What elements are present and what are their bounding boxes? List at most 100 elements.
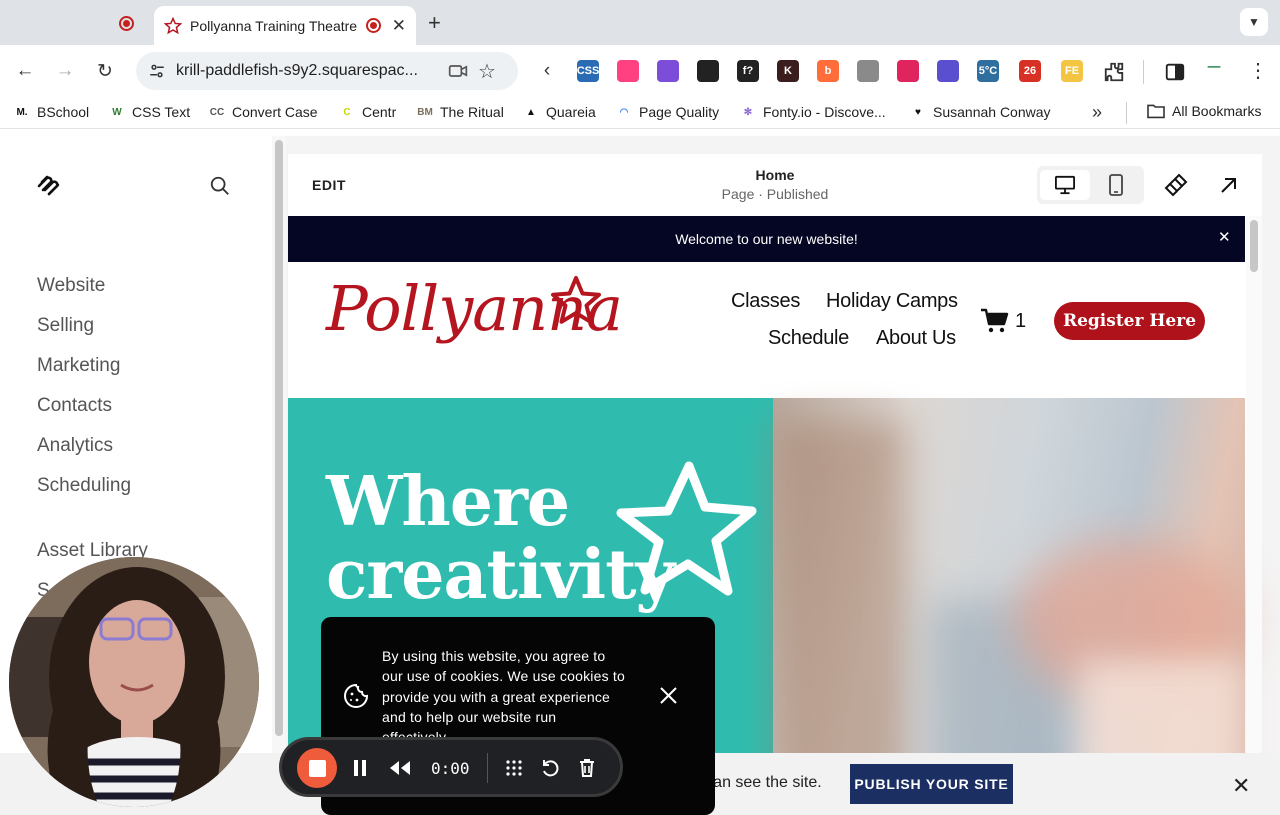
new-tab-icon[interactable]: + — [428, 10, 441, 36]
toolbar-divider — [1143, 60, 1144, 84]
announcement-close-icon[interactable]: ✕ — [1218, 228, 1231, 246]
camera-off-icon[interactable] — [448, 62, 468, 80]
side-panel-icon[interactable] — [1164, 61, 1186, 83]
address-bar[interactable]: krill-paddlefish-s9y2.squarespac... ☆ — [136, 52, 518, 90]
squarespace-logo-icon[interactable] — [36, 172, 64, 200]
k-extension-icon[interactable]: K — [777, 60, 799, 82]
sidebar-item-contacts[interactable]: Contacts — [37, 395, 112, 417]
preview-scrollbar-thumb[interactable] — [1250, 220, 1258, 272]
sidebar-item-analytics[interactable]: Analytics — [37, 435, 113, 457]
browser-menu-icon[interactable]: ⋮ — [1248, 58, 1268, 83]
delete-icon[interactable] — [575, 756, 599, 780]
sidebar-item-selling[interactable]: Selling — [37, 315, 94, 337]
bookmark-item[interactable]: C Centr — [338, 103, 396, 121]
bookmark-label: Quareia — [546, 104, 596, 120]
nav-schedule[interactable]: Schedule — [768, 327, 849, 350]
edit-button[interactable]: EDIT — [312, 177, 346, 193]
announcement-text: Welcome to our new website! — [675, 231, 858, 247]
url-text: krill-paddlefish-s9y2.squarespac... — [176, 62, 418, 79]
bookmark-item[interactable]: W CSS Text — [108, 103, 190, 121]
bookmark-star-icon[interactable]: ☆ — [478, 59, 496, 84]
nav-classes[interactable]: Classes — [731, 290, 800, 313]
bookmark-item[interactable]: BM The Ritual — [416, 103, 504, 121]
all-bookmarks-label: All Bookmarks — [1172, 103, 1262, 119]
site-settings-icon[interactable] — [148, 62, 166, 80]
stop-recording-button[interactable] — [297, 748, 337, 788]
preview-scrollbar[interactable] — [1246, 216, 1262, 815]
bookmark-label: Susannah Conway — [933, 104, 1051, 120]
globe-extension-icon[interactable] — [937, 60, 959, 82]
webcam-bubble[interactable] — [9, 557, 259, 807]
tab-recording-icon — [366, 18, 381, 33]
pocket-extension-icon[interactable] — [897, 60, 919, 82]
folder-icon — [1147, 104, 1165, 119]
grid-dots-icon[interactable] — [502, 756, 526, 780]
weather-extension-icon[interactable]: 5°C — [977, 60, 999, 82]
all-bookmarks-button[interactable]: All Bookmarks — [1146, 103, 1261, 119]
more-bookmarks-icon[interactable]: » — [1092, 102, 1102, 123]
publish-bar-close-icon[interactable]: ✕ — [1232, 773, 1250, 799]
swirl-extension-icon[interactable]: b — [817, 60, 839, 82]
bookmark-favicon-icon: ▲ — [526, 106, 536, 118]
bookmark-item[interactable]: CC Convert Case — [208, 103, 318, 121]
camera-extension-icon[interactable] — [857, 60, 879, 82]
cart-count: 1 — [1015, 310, 1027, 332]
nav-about-us[interactable]: About Us — [876, 327, 956, 350]
bookmark-item[interactable]: M. BSchool — [13, 103, 89, 121]
rewind-icon[interactable] — [388, 756, 412, 780]
pause-icon[interactable] — [348, 756, 372, 780]
bookmark-favicon-icon: CC — [209, 106, 225, 118]
grid-extension-icon[interactable] — [697, 60, 719, 82]
recording-timer: 0:00 — [431, 759, 470, 778]
calendar-extension-icon[interactable]: 26 — [1019, 60, 1041, 82]
tab-title: Pollyanna Training Theatre — [190, 17, 358, 34]
font-extension-icon[interactable]: f? — [737, 60, 759, 82]
reload-icon[interactable]: ↻ — [91, 57, 119, 85]
open-site-arrow-icon[interactable] — [1219, 175, 1239, 195]
hero-star-icon — [616, 461, 757, 596]
webcam-presenter-image — [9, 557, 259, 807]
swirl-extension-label: b — [824, 65, 832, 77]
restart-icon[interactable] — [538, 756, 562, 780]
tab-close-icon[interactable]: ✕ — [392, 16, 406, 36]
k-extension-label: K — [784, 65, 792, 77]
desktop-view-button[interactable] — [1040, 170, 1090, 200]
css-extension-icon[interactable]: CSS — [577, 60, 599, 82]
flower-extension-icon[interactable] — [657, 60, 679, 82]
publish-site-button[interactable]: PUBLISH YOUR SITE — [850, 764, 1013, 804]
bookmark-favicon-icon: W — [112, 106, 122, 118]
site-styles-brush-icon[interactable] — [1163, 172, 1189, 198]
mobile-view-button[interactable] — [1091, 170, 1141, 200]
mobile-icon — [1109, 174, 1123, 196]
cart-icon[interactable] — [980, 308, 1010, 334]
back-icon[interactable]: ← — [11, 57, 39, 85]
extensions-left-arrow-icon[interactable]: ‹ — [533, 57, 561, 85]
bookmark-item[interactable]: ♥ Susannah Conway — [909, 103, 1051, 121]
forward-icon[interactable]: → — [51, 57, 79, 85]
sidebar-item-scheduling[interactable]: Scheduling — [37, 475, 131, 497]
profile-avatar[interactable]: ▔▔ — [1202, 62, 1226, 82]
sidebar-scrollbar-thumb[interactable] — [275, 140, 283, 736]
color-wheel-extension-icon[interactable] — [617, 60, 639, 82]
bookmark-favicon-icon: C — [343, 106, 351, 118]
fe-extension-icon[interactable]: FE — [1061, 60, 1083, 82]
bookmark-favicon-icon: M. — [16, 106, 28, 118]
recorder-divider — [487, 753, 488, 783]
bookmark-item[interactable]: ◠ Page Quality — [615, 103, 720, 121]
cookie-text: By using this website, you agree to our … — [382, 648, 625, 743]
search-icon[interactable] — [209, 175, 231, 197]
sidebar-item-marketing[interactable]: Marketing — [37, 355, 120, 377]
logo-star-icon — [551, 276, 601, 324]
tab-recording[interactable] — [100, 8, 152, 38]
nav-holiday-camps[interactable]: Holiday Camps — [826, 290, 958, 313]
cookie-close-icon[interactable] — [659, 686, 678, 705]
puzzle-extensions-icon[interactable] — [1103, 61, 1125, 83]
bookmark-item[interactable]: ✻ Fonty.io - Discove... — [739, 103, 886, 121]
register-here-button[interactable]: Register Here — [1054, 302, 1205, 340]
calendar-extension-label: 26 — [1023, 65, 1037, 77]
bookmark-label: BSchool — [37, 104, 90, 120]
sidebar-item-website[interactable]: Website — [37, 275, 105, 297]
tab-search-icon[interactable]: ▼ — [1240, 8, 1268, 36]
bookmark-item[interactable]: ▲ Quareia — [522, 103, 596, 121]
tab-pollyanna[interactable]: Pollyanna Training Theatre ✕ — [154, 6, 416, 45]
